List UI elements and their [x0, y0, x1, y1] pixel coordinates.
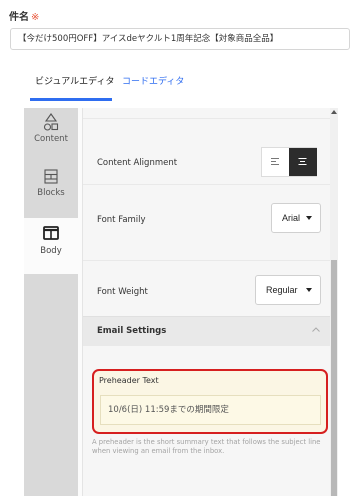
email-settings-title: Email Settings	[97, 326, 167, 336]
font-family-label: Font Family	[97, 215, 146, 225]
settings-scrollbar[interactable]	[330, 108, 338, 496]
content-alignment-label: Content Alignment	[97, 158, 178, 168]
blocks-icon	[44, 169, 58, 184]
caret-down-icon	[306, 288, 312, 292]
shapes-icon	[43, 113, 59, 131]
editor-tabs: ビジュアルエディタ コードエディタ	[0, 66, 359, 102]
align-center-button[interactable]	[289, 148, 317, 176]
content-alignment-row: Content Alignment	[83, 118, 331, 184]
scroll-up-arrow-icon[interactable]	[331, 110, 337, 114]
sidebar-item-blocks[interactable]: Blocks	[24, 166, 78, 222]
sidebar-item-body[interactable]: Body	[24, 218, 78, 274]
tab-code-editor[interactable]: コードエディタ	[122, 74, 184, 87]
email-settings-header[interactable]: Email Settings	[83, 316, 331, 346]
preheader-help-text: A preheader is the short summary text th…	[92, 438, 321, 455]
alignment-toggle-group	[261, 147, 317, 177]
layout-icon	[43, 226, 59, 240]
align-left-button[interactable]	[262, 148, 290, 176]
active-tab-indicator	[30, 98, 112, 101]
caret-down-icon	[306, 216, 312, 220]
font-family-row: Font Family Arial	[83, 184, 331, 260]
sidebar-item-label: Body	[40, 246, 62, 256]
subject-label: 件名 ※	[9, 8, 39, 23]
font-weight-value: Regular	[266, 285, 298, 295]
font-family-select[interactable]: Arial	[271, 203, 321, 233]
scrollbar-thumb[interactable]	[331, 260, 337, 496]
preheader-input[interactable]: 10/6(日) 11:59までの期間限定	[100, 395, 321, 425]
editor-sidebar: Content Blocks Body	[24, 108, 78, 496]
subject-label-text: 件名	[9, 12, 29, 23]
font-weight-select[interactable]: Regular	[255, 275, 321, 305]
preheader-field-group: Preheader Text 10/6(日) 11:59までの期間限定	[92, 369, 328, 434]
font-weight-label: Font Weight	[97, 287, 148, 297]
subject-input[interactable]: 【今だけ500円OFF】アイスdeヤクルト1周年記念【対象商品全品】	[10, 28, 350, 50]
preheader-label: Preheader Text	[99, 376, 159, 385]
body-settings-panel: Content Alignment Font Family Arial Font…	[82, 108, 331, 496]
align-left-icon	[271, 158, 279, 165]
font-family-value: Arial	[282, 213, 301, 223]
email-editor: Content Blocks Body Content Alignment Fo…	[24, 108, 338, 496]
sidebar-item-label: Blocks	[37, 188, 65, 198]
sidebar-item-label: Content	[34, 134, 68, 144]
align-center-icon	[298, 158, 307, 165]
tab-visual-editor[interactable]: ビジュアルエディタ	[35, 74, 114, 87]
font-weight-row: Font Weight Regular	[83, 260, 331, 316]
sidebar-item-content[interactable]: Content	[24, 112, 78, 168]
required-mark: ※	[31, 12, 40, 23]
chevron-up-icon[interactable]	[311, 325, 321, 335]
